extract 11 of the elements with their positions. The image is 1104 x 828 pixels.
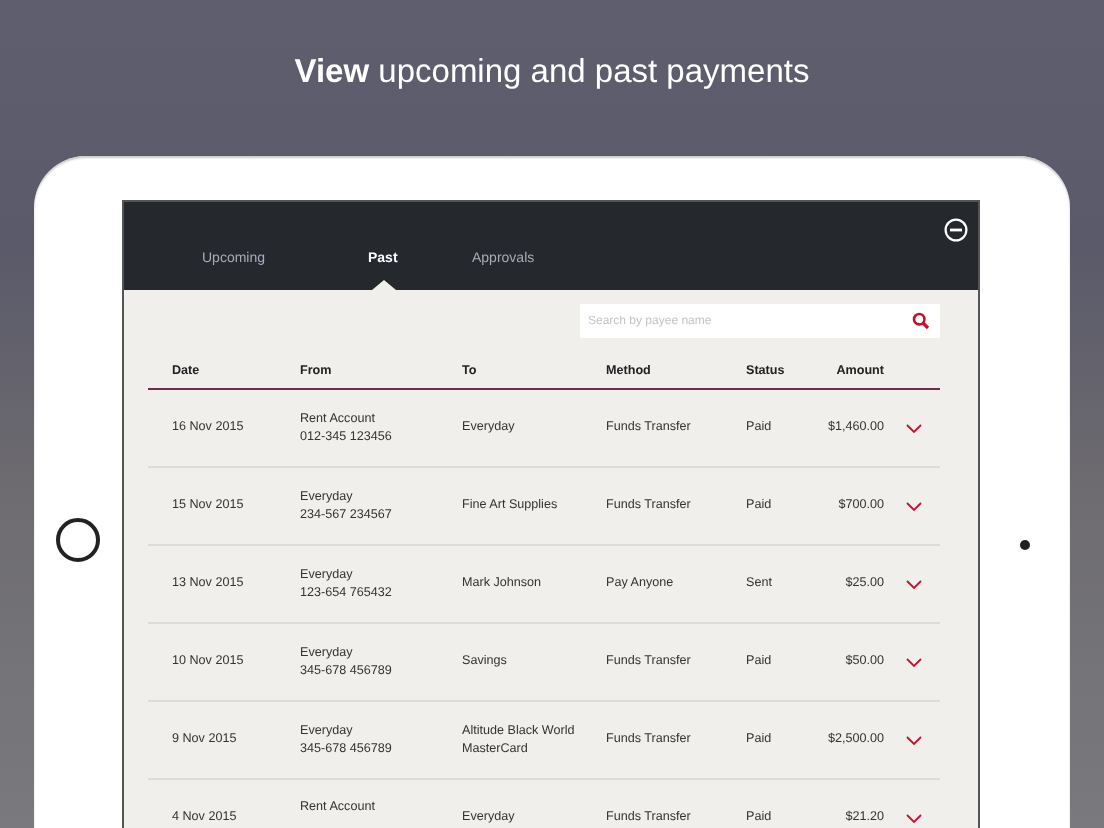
headline: View upcoming and past payments <box>294 54 810 92</box>
chevron-down-icon[interactable] <box>905 813 921 823</box>
chevron-down-icon[interactable] <box>905 735 921 745</box>
chevron-down-icon[interactable] <box>905 657 921 667</box>
minus-circle-icon[interactable] <box>944 218 968 242</box>
chevron-down-icon[interactable] <box>905 501 921 511</box>
camera-dot <box>1020 539 1030 549</box>
chevron-down-icon[interactable] <box>905 579 921 589</box>
search-icon[interactable] <box>912 312 930 330</box>
home-button[interactable] <box>56 518 100 562</box>
chevron-down-icon[interactable] <box>905 423 921 433</box>
